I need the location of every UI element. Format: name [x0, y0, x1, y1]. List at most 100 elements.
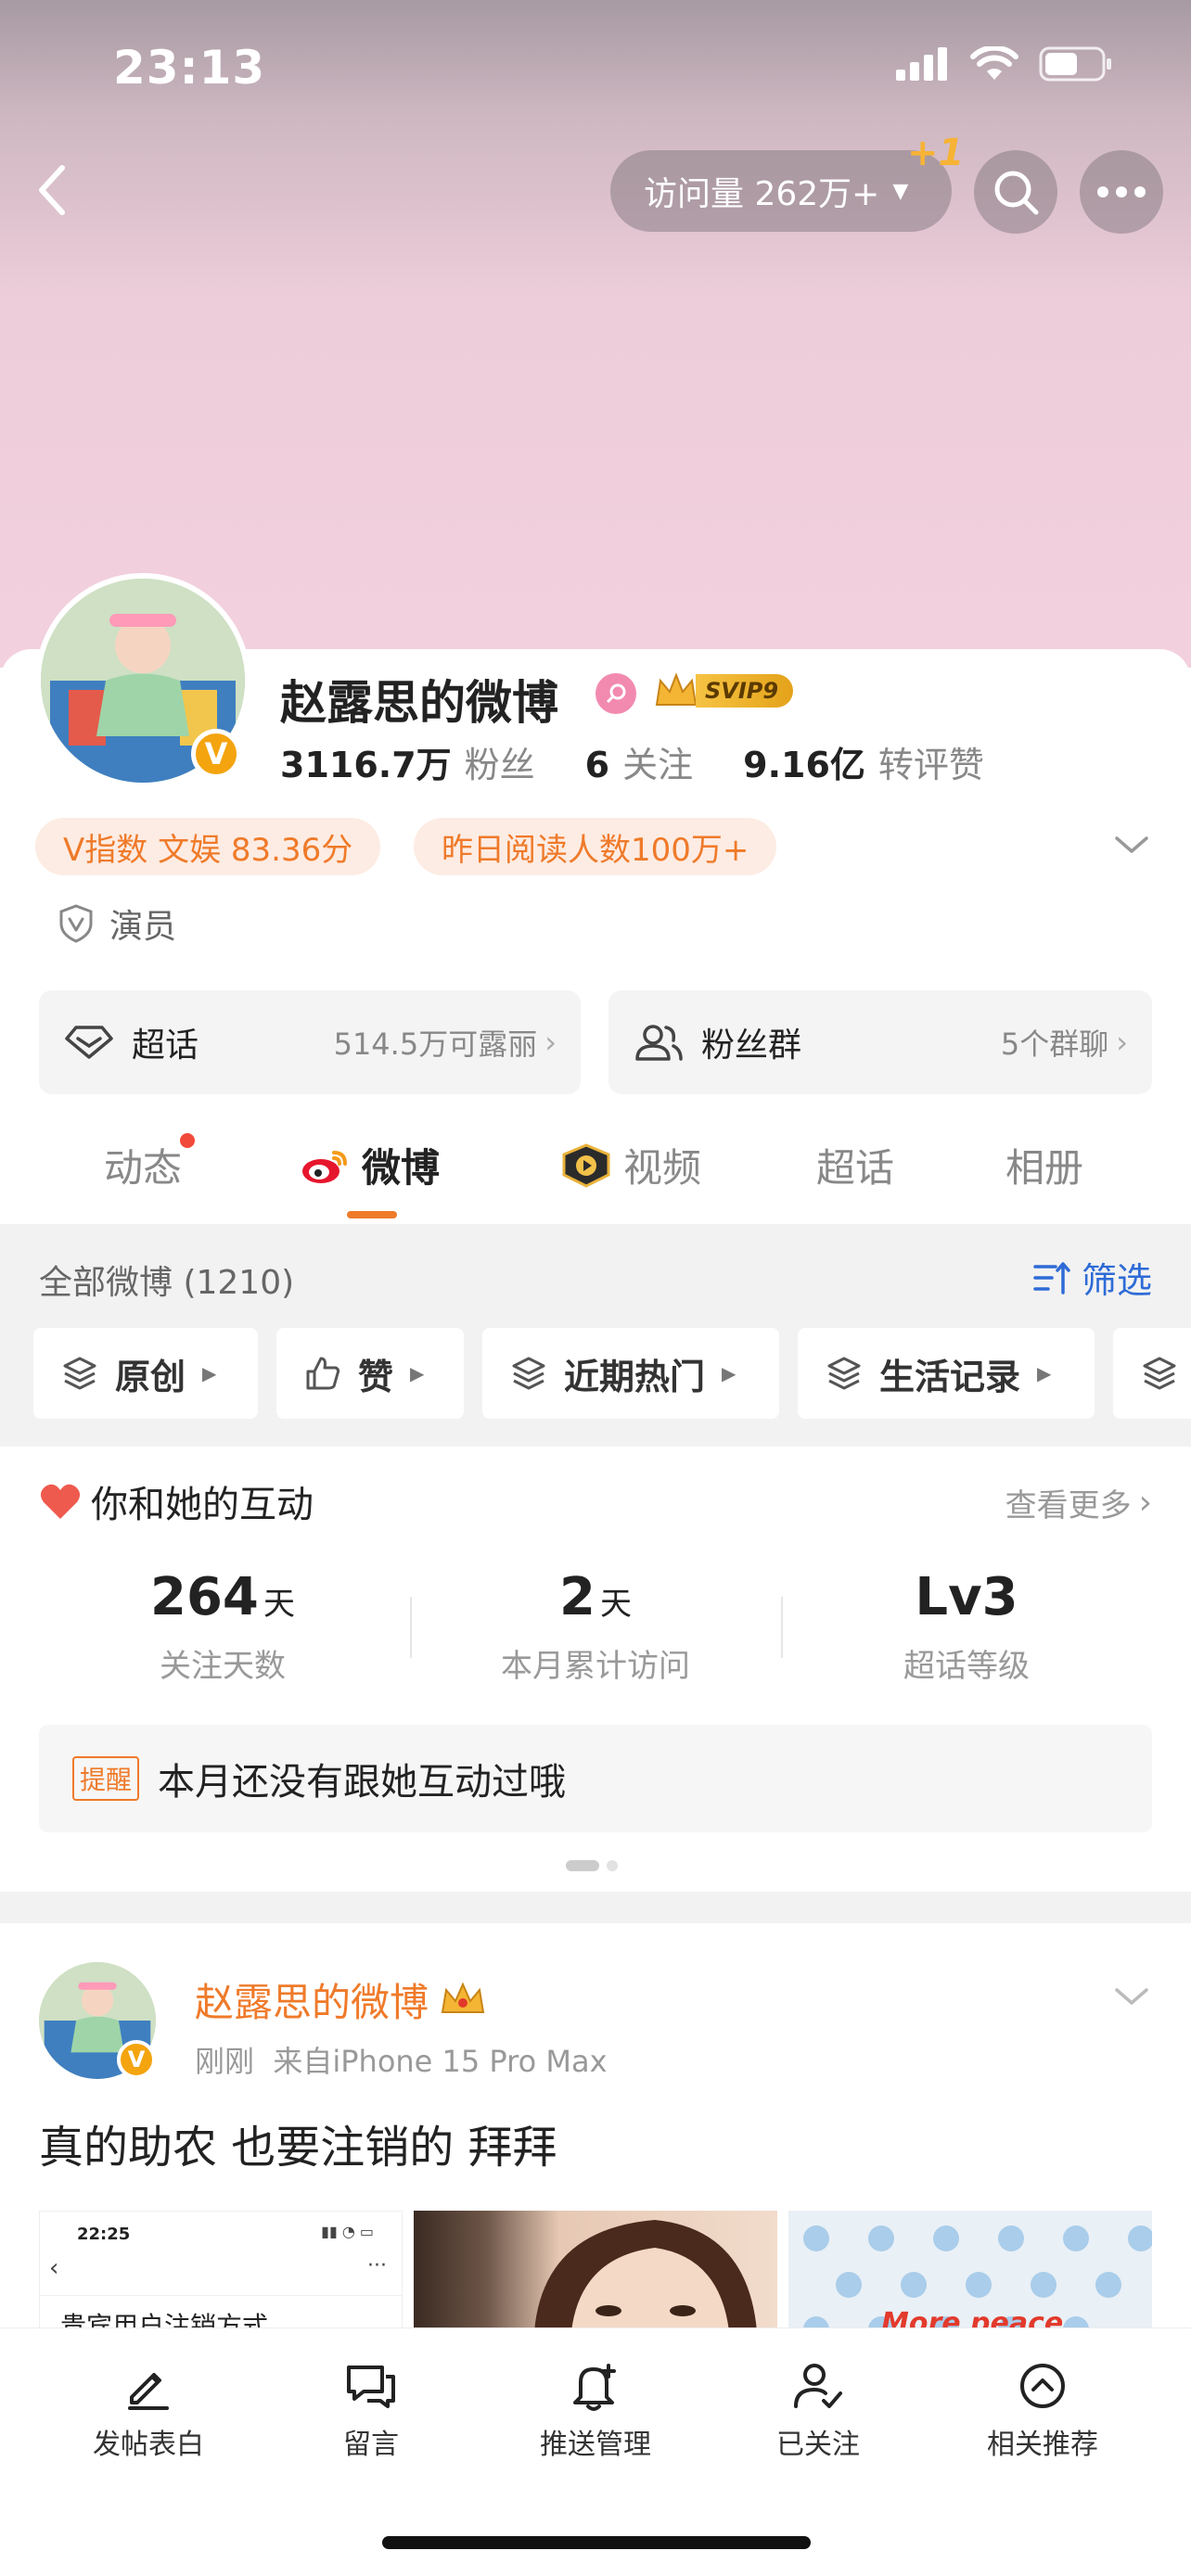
followers-stat[interactable]: 3116.7万 粉丝 — [280, 736, 535, 787]
post-image-1[interactable]: 22:25 ▮▮ ◔ ▭ ‹ ··· 贵宾用户注销方式 — [39, 2211, 403, 2331]
filter-button[interactable]: 筛选 — [1031, 1252, 1152, 1303]
status-time: 23:13 — [113, 41, 266, 95]
user-check-icon — [794, 2364, 842, 2408]
layers-icon — [827, 1357, 861, 1390]
diamond-icon — [65, 1026, 113, 1059]
feed-total: 全部微博 (1210) — [39, 1264, 295, 1302]
supertopic-title: 超话 — [132, 1027, 199, 1065]
followers-label: 粉丝 — [464, 745, 535, 785]
post-image-2[interactable] — [414, 2211, 777, 2331]
profile-stats: 3116.7万 粉丝 6 关注 9.16亿 转评赞 — [280, 736, 984, 787]
status-bar: 23:13 — [0, 37, 1191, 102]
followed-button[interactable]: 已关注 — [725, 2360, 911, 2462]
filter-icon — [1033, 1261, 1070, 1294]
svip-badge[interactable]: SVIP9 — [653, 670, 794, 712]
tab-feed-label: 动态 — [104, 1145, 183, 1191]
post-meta: 刚刚 来自iPhone 15 Pro Max — [195, 2044, 608, 2079]
chevron-down-icon — [1115, 1988, 1148, 2005]
followed-label: 已关注 — [776, 2429, 860, 2461]
back-button[interactable] — [19, 158, 83, 223]
tab-weibo[interactable]: 微博 — [299, 1137, 440, 1218]
v-index-label: V指数 文娱 83.36分 — [63, 831, 353, 869]
filter-label: 筛选 — [1081, 1260, 1152, 1301]
visits-counter[interactable]: 访问量 262万+ ▼ — [610, 150, 952, 232]
chevron-right-icon: › — [1116, 1025, 1128, 1060]
notification-dot — [180, 1133, 196, 1148]
chip-trending[interactable]: 近期热门 ▶ — [482, 1328, 779, 1419]
reminder-badge: 提醒 — [72, 1756, 140, 1801]
search-button[interactable] — [974, 150, 1057, 234]
thumbs-up-icon — [306, 1357, 340, 1390]
pencil-icon — [128, 2373, 169, 2410]
supertopic-entry[interactable]: 超话 514.5万可露丽 › — [39, 990, 581, 1094]
v-index-tag[interactable]: V指数 文娱 83.36分 — [35, 818, 381, 875]
verified-badge-label: V — [127, 2047, 146, 2072]
post-confession-button[interactable]: 发帖表白 — [56, 2360, 241, 2462]
tab-video[interactable]: 视频 — [560, 1137, 701, 1193]
monthly-visits-unit: 天 — [600, 1586, 633, 1623]
battery-icon — [1039, 46, 1111, 82]
post-menu-button[interactable] — [1113, 1984, 1150, 2012]
supertopic-level-label: 超话等级 — [903, 1648, 1030, 1685]
interactions-count: 9.16亿 — [743, 745, 865, 785]
see-more-label: 查看更多 — [1005, 1487, 1132, 1524]
supertopic-level-value: Lv3 — [915, 1567, 1018, 1627]
caret-right-icon: ▶ — [1037, 1362, 1052, 1384]
thumb-status-icons: ▮▮ ◔ ▭ — [321, 2223, 374, 2240]
layers-icon — [63, 1357, 96, 1390]
shield-icon — [59, 904, 93, 943]
interaction-header: 你和她的互动 — [39, 1474, 314, 1528]
message-label: 留言 — [343, 2429, 399, 2461]
chip-original-label: 原创 — [115, 1356, 186, 1397]
following-stat[interactable]: 6 关注 — [585, 736, 693, 787]
readers-tag[interactable]: 昨日阅读人数100万+ — [414, 818, 777, 875]
interactions-label: 转评赞 — [877, 745, 984, 785]
tab-video-label: 视频 — [623, 1145, 702, 1191]
post-author[interactable]: 赵露思的微博 — [195, 1971, 429, 2028]
home-indicator[interactable] — [382, 2536, 811, 2549]
verified-badge: V — [191, 729, 241, 779]
chip-more[interactable] — [1113, 1328, 1191, 1419]
push-settings-label: 推送管理 — [540, 2429, 651, 2461]
fan-badge-icon[interactable] — [596, 673, 636, 714]
profile-name: 赵露思的微博 — [280, 676, 558, 730]
verified-badge-label: V — [204, 736, 228, 772]
chip-life[interactable]: 生活记录 ▶ — [798, 1328, 1095, 1419]
wifi-icon — [970, 46, 1018, 80]
chip-life-label: 生活记录 — [879, 1356, 1021, 1397]
role-label: 演员 — [109, 908, 177, 946]
monthly-visits-stat: 2 天 本月累计访问 — [410, 1567, 781, 1686]
interaction-title: 你和她的互动 — [91, 1484, 314, 1526]
interactions-stat[interactable]: 9.16亿 转评赞 — [743, 736, 984, 787]
fan-group-title: 粉丝群 — [701, 1027, 802, 1065]
thumb-more-icon: ··· — [367, 2254, 387, 2277]
tab-supertopic[interactable]: 超话 — [816, 1137, 894, 1193]
message-button[interactable]: 留言 — [278, 2360, 464, 2462]
profile-tabs: 动态 微博 视频 超话 相册 — [0, 1113, 1191, 1224]
chevron-left-icon — [39, 165, 65, 215]
tab-feed[interactable]: 动态 — [104, 1133, 196, 1193]
portrait-image — [534, 2220, 757, 2331]
post-confession-label: 发帖表白 — [93, 2429, 204, 2461]
chip-likes[interactable]: 赞 ▶ — [276, 1328, 464, 1419]
chat-icon — [347, 2366, 395, 2408]
chip-original[interactable]: 原创 ▶ — [33, 1328, 258, 1419]
ring-icon — [606, 683, 626, 704]
interaction-reminder[interactable]: 提醒 本月还没有跟她互动过哦 — [39, 1725, 1152, 1832]
tab-album[interactable]: 相册 — [1005, 1137, 1083, 1193]
push-settings-button[interactable]: 推送管理 — [503, 2360, 688, 2462]
more-dots-icon — [1097, 186, 1146, 198]
carousel-indicator — [566, 1860, 618, 1871]
more-button[interactable] — [1080, 150, 1163, 234]
video-badge-icon — [562, 1142, 610, 1188]
related-recommend-label: 相关推荐 — [987, 2429, 1098, 2461]
post-text: 真的助农 也要注销的 拜拜 — [39, 2122, 557, 2174]
related-recommend-button[interactable]: 相关推荐 — [950, 2360, 1135, 2462]
expand-profile-button[interactable] — [1113, 833, 1150, 861]
see-more-link[interactable]: 查看更多 › — [1005, 1480, 1152, 1525]
post-image-3[interactable]: More peace — [788, 2211, 1152, 2331]
caret-down-icon: ▼ — [892, 179, 909, 203]
crown-icon — [655, 672, 698, 706]
fan-group-entry[interactable]: 粉丝群 5个群聊 › — [608, 990, 1152, 1094]
reminder-text: 本月还没有跟她互动过哦 — [158, 1761, 567, 1804]
